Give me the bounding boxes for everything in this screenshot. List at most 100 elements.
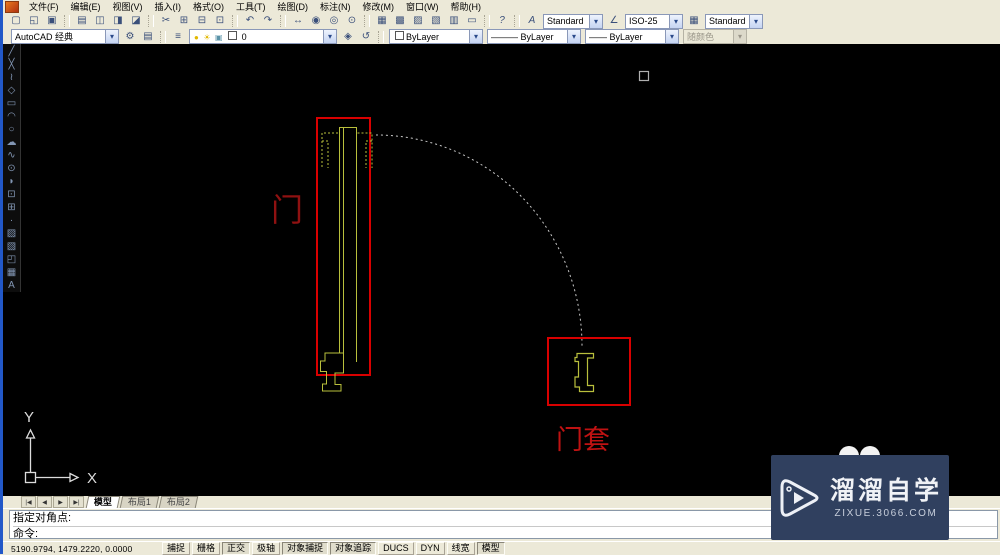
- zoom-window-button[interactable]: ◎: [325, 13, 343, 29]
- cut-button[interactable]: ✂: [157, 13, 175, 29]
- text-style-combo[interactable]: Standard: [543, 13, 603, 29]
- ellipse-button[interactable]: ⊙: [4, 162, 19, 175]
- tool-palettes-button[interactable]: ▨: [409, 13, 427, 29]
- polygon-button[interactable]: ◇: [4, 84, 19, 97]
- door-label[interactable]: 门: [271, 192, 303, 228]
- toggle-dyn[interactable]: DYN: [415, 542, 445, 555]
- toggle-snap[interactable]: 捕捉: [162, 542, 191, 555]
- toggle-osnap[interactable]: 对象捕捉: [282, 542, 329, 555]
- frame-profile[interactable]: [574, 352, 595, 393]
- gradient-button[interactable]: ▧: [4, 240, 19, 253]
- publish-button[interactable]: ◨: [109, 13, 127, 29]
- menu-dimension[interactable]: 标注(N): [315, 1, 356, 13]
- workspace-settings-button[interactable]: ⚙: [121, 29, 139, 45]
- dim-style-button[interactable]: ∠: [605, 13, 623, 29]
- help-button[interactable]: ?: [493, 13, 511, 29]
- menu-modify[interactable]: 修改(M): [358, 1, 400, 13]
- tab-model[interactable]: 模型: [85, 496, 121, 508]
- undo-button[interactable]: ↶: [241, 13, 259, 29]
- match-properties-button[interactable]: ⊡: [211, 13, 229, 29]
- sheetset-manager-button[interactable]: ▧: [427, 13, 445, 29]
- dropdown-arrow-icon[interactable]: [589, 14, 602, 28]
- menu-insert[interactable]: 插入(I): [150, 1, 187, 13]
- quickcalc-button[interactable]: ▭: [463, 13, 481, 29]
- workspace-combo[interactable]: AutoCAD 经典: [11, 29, 119, 44]
- door-panel[interactable]: [339, 127, 357, 363]
- insert-block-button[interactable]: ⊡: [4, 188, 19, 201]
- make-block-button[interactable]: ⊞: [4, 201, 19, 214]
- save-workspace-button[interactable]: ▤: [139, 29, 157, 45]
- drawing-canvas[interactable]: 门 门套 X Y ╱ ╳ ≀ ◇ ▭ ◠ ○ ☁ ∿ ⊙ ◗ ⊡ ⊞ · ▨ ▧…: [3, 44, 1000, 496]
- linetype-combo[interactable]: ——— ByLayer: [487, 29, 581, 44]
- menu-tools[interactable]: 工具(T): [231, 1, 271, 13]
- copy-button[interactable]: ⊞: [175, 13, 193, 29]
- prev-tab-button[interactable]: ◀: [37, 496, 52, 508]
- dropdown-arrow-icon[interactable]: [567, 30, 580, 43]
- tab-layout1[interactable]: 布局1: [119, 496, 160, 508]
- plot-button[interactable]: ▤: [73, 13, 91, 29]
- dim-style-combo[interactable]: ISO-25: [625, 13, 683, 29]
- toggle-lineweight[interactable]: 线宽: [446, 542, 475, 555]
- layer-states-button[interactable]: ◈: [339, 29, 357, 45]
- table-style-combo[interactable]: Standard: [705, 13, 763, 29]
- toggle-ducs[interactable]: DUCS: [378, 542, 414, 555]
- hatch-button[interactable]: ▨: [4, 227, 19, 240]
- table-button[interactable]: ▦: [4, 266, 19, 279]
- line-button[interactable]: ╱: [4, 45, 19, 58]
- revision-cloud-button[interactable]: ☁: [4, 136, 19, 149]
- redo-button[interactable]: ↷: [259, 13, 277, 29]
- dropdown-arrow-icon[interactable]: [749, 14, 762, 28]
- text-style-button[interactable]: A: [523, 13, 541, 29]
- layer-properties-button[interactable]: ≡: [169, 29, 187, 45]
- dropdown-arrow-icon[interactable]: [665, 30, 678, 43]
- tab-layout2[interactable]: 布局2: [158, 496, 199, 508]
- frame-selection-box[interactable]: [547, 337, 631, 406]
- new-button[interactable]: ▢: [7, 13, 25, 29]
- dropdown-arrow-icon[interactable]: [469, 30, 482, 43]
- table-style-button[interactable]: ▦: [685, 13, 703, 29]
- pan-button[interactable]: ↔: [289, 13, 307, 29]
- ellipse-arc-button[interactable]: ◗: [4, 175, 19, 188]
- circle-button[interactable]: ○: [4, 123, 19, 136]
- menu-draw[interactable]: 绘图(D): [273, 1, 314, 13]
- menu-view[interactable]: 视图(V): [108, 1, 148, 13]
- toggle-otrack[interactable]: 对象追踪: [330, 542, 377, 555]
- lineweight-combo[interactable]: —— ByLayer: [585, 29, 679, 44]
- region-button[interactable]: ◰: [4, 253, 19, 266]
- zoom-realtime-button[interactable]: ◉: [307, 13, 325, 29]
- menu-edit[interactable]: 编辑(E): [66, 1, 106, 13]
- toggle-polar[interactable]: 极轴: [252, 542, 281, 555]
- spline-button[interactable]: ∿: [4, 149, 19, 162]
- open-button[interactable]: ◱: [25, 13, 43, 29]
- toggle-ortho[interactable]: 正交: [222, 542, 251, 555]
- swing-arc[interactable]: [375, 134, 583, 347]
- layer-combo[interactable]: ● ☀ ▣ 0: [189, 29, 337, 44]
- door-bottom-profile[interactable]: [320, 352, 344, 392]
- toggle-grid[interactable]: 栅格: [192, 542, 221, 555]
- dropdown-arrow-icon[interactable]: [669, 14, 682, 28]
- toggle-model[interactable]: 模型: [476, 542, 505, 555]
- plot-preview-button[interactable]: ◫: [91, 13, 109, 29]
- zoom-previous-button[interactable]: ⊙: [343, 13, 361, 29]
- menu-file[interactable]: 文件(F): [24, 1, 64, 13]
- rectangle-button[interactable]: ▭: [4, 97, 19, 110]
- arc-button[interactable]: ◠: [4, 110, 19, 123]
- color-combo[interactable]: ByLayer: [389, 29, 483, 44]
- paste-button[interactable]: ⊟: [193, 13, 211, 29]
- next-tab-button[interactable]: ▶: [53, 496, 68, 508]
- menu-window[interactable]: 窗口(W): [401, 1, 444, 13]
- polyline-button[interactable]: ≀: [4, 71, 19, 84]
- markup-button[interactable]: ▥: [445, 13, 463, 29]
- last-tab-button[interactable]: ▶|: [69, 496, 84, 508]
- menu-help[interactable]: 帮助(H): [446, 1, 487, 13]
- first-tab-button[interactable]: |◀: [21, 496, 36, 508]
- dropdown-arrow-icon[interactable]: [105, 30, 118, 43]
- door-top-dashed-left[interactable]: [321, 132, 338, 168]
- properties-button[interactable]: ▦: [373, 13, 391, 29]
- construction-line-button[interactable]: ╳: [4, 58, 19, 71]
- menu-format[interactable]: 格式(O): [188, 1, 229, 13]
- dropdown-arrow-icon[interactable]: [323, 30, 336, 43]
- frame-label[interactable]: 门套: [556, 425, 610, 455]
- multiline-text-button[interactable]: A: [4, 279, 19, 292]
- designcenter-button[interactable]: ▩: [391, 13, 409, 29]
